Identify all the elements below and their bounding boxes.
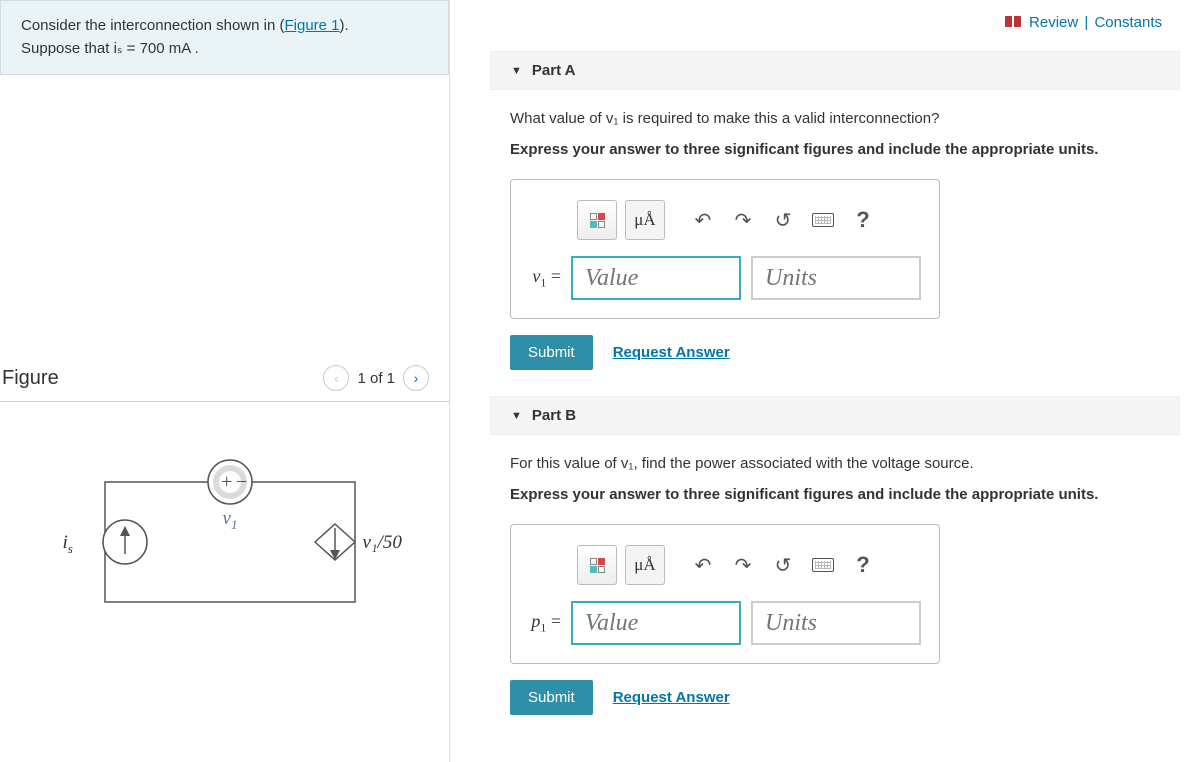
- part-a-request-answer-link[interactable]: Request Answer: [613, 344, 730, 361]
- label-v1: v: [223, 508, 231, 529]
- part-b-value-input[interactable]: [571, 601, 741, 645]
- figure-title: Figure: [2, 367, 59, 390]
- book-icon: [1005, 16, 1021, 28]
- svg-text:+: +: [221, 471, 232, 493]
- reset-button[interactable]: ↺: [767, 204, 799, 236]
- figure-next-button[interactable]: ›: [403, 365, 429, 391]
- link-separator: |: [1084, 14, 1088, 31]
- svg-text:−: −: [236, 471, 247, 493]
- label-dep: v₁/50: [363, 532, 402, 554]
- part-a-question: What value of v₁ is required to make thi…: [510, 108, 1180, 131]
- part-a-instruction: Express your answer to three significant…: [510, 139, 1180, 162]
- part-a-var-label: v1 =: [529, 266, 561, 291]
- part-b-title: Part B: [532, 407, 576, 424]
- part-b-answer-box: μÅ ↶ ↷ ↺ ? p1 =: [510, 524, 940, 664]
- figure-link[interactable]: Figure 1: [284, 17, 339, 34]
- part-b-request-answer-link[interactable]: Request Answer: [613, 689, 730, 706]
- part-b-instruction: Express your answer to three significant…: [510, 484, 1180, 507]
- part-a-title: Part A: [532, 62, 576, 79]
- part-b-units-input[interactable]: [751, 601, 921, 645]
- review-link[interactable]: Review: [1029, 14, 1078, 31]
- problem-statement: Consider the interconnection shown in (F…: [0, 0, 449, 75]
- keyboard-icon: [812, 558, 834, 572]
- part-b-submit-button[interactable]: Submit: [510, 680, 593, 715]
- template-button[interactable]: [577, 545, 617, 585]
- problem-text-prefix: Consider the interconnection shown in (: [21, 17, 284, 34]
- figure-prev-button[interactable]: ‹: [323, 365, 349, 391]
- part-b-question: For this value of v₁, find the power ass…: [510, 453, 1180, 476]
- part-a-header[interactable]: ▼ Part A: [490, 51, 1180, 90]
- undo-button[interactable]: ↶: [687, 204, 719, 236]
- template-button[interactable]: [577, 200, 617, 240]
- label-v1-sub: 1: [231, 517, 238, 532]
- part-a-answer-box: μÅ ↶ ↷ ↺ ? v1 =: [510, 179, 940, 319]
- keyboard-icon: [812, 213, 834, 227]
- circuit-diagram: + − is v1 v₁/50: [35, 452, 415, 652]
- part-a-units-input[interactable]: [751, 256, 921, 300]
- problem-text-line2: Suppose that iₛ = 700 mA .: [21, 38, 428, 61]
- help-button[interactable]: ?: [847, 549, 879, 581]
- part-b-header[interactable]: ▼ Part B: [490, 396, 1180, 435]
- help-button[interactable]: ?: [847, 204, 879, 236]
- figure-count: 1 of 1: [357, 370, 395, 387]
- part-a-value-input[interactable]: [571, 256, 741, 300]
- units-format-button[interactable]: μÅ: [625, 200, 665, 240]
- caret-down-icon: ▼: [511, 410, 522, 422]
- part-a-submit-button[interactable]: Submit: [510, 335, 593, 370]
- undo-button[interactable]: ↶: [687, 549, 719, 581]
- template-icon: [590, 558, 605, 573]
- keyboard-button[interactable]: [807, 549, 839, 581]
- constants-link[interactable]: Constants: [1094, 14, 1162, 31]
- part-b-var-label: p1 =: [529, 611, 561, 636]
- reset-button[interactable]: ↺: [767, 549, 799, 581]
- problem-text-suffix: ).: [340, 17, 349, 34]
- redo-button[interactable]: ↷: [727, 549, 759, 581]
- caret-down-icon: ▼: [511, 65, 522, 77]
- redo-button[interactable]: ↷: [727, 204, 759, 236]
- label-is-sub: s: [68, 541, 73, 556]
- units-format-button[interactable]: μÅ: [625, 545, 665, 585]
- keyboard-button[interactable]: [807, 204, 839, 236]
- template-icon: [590, 213, 605, 228]
